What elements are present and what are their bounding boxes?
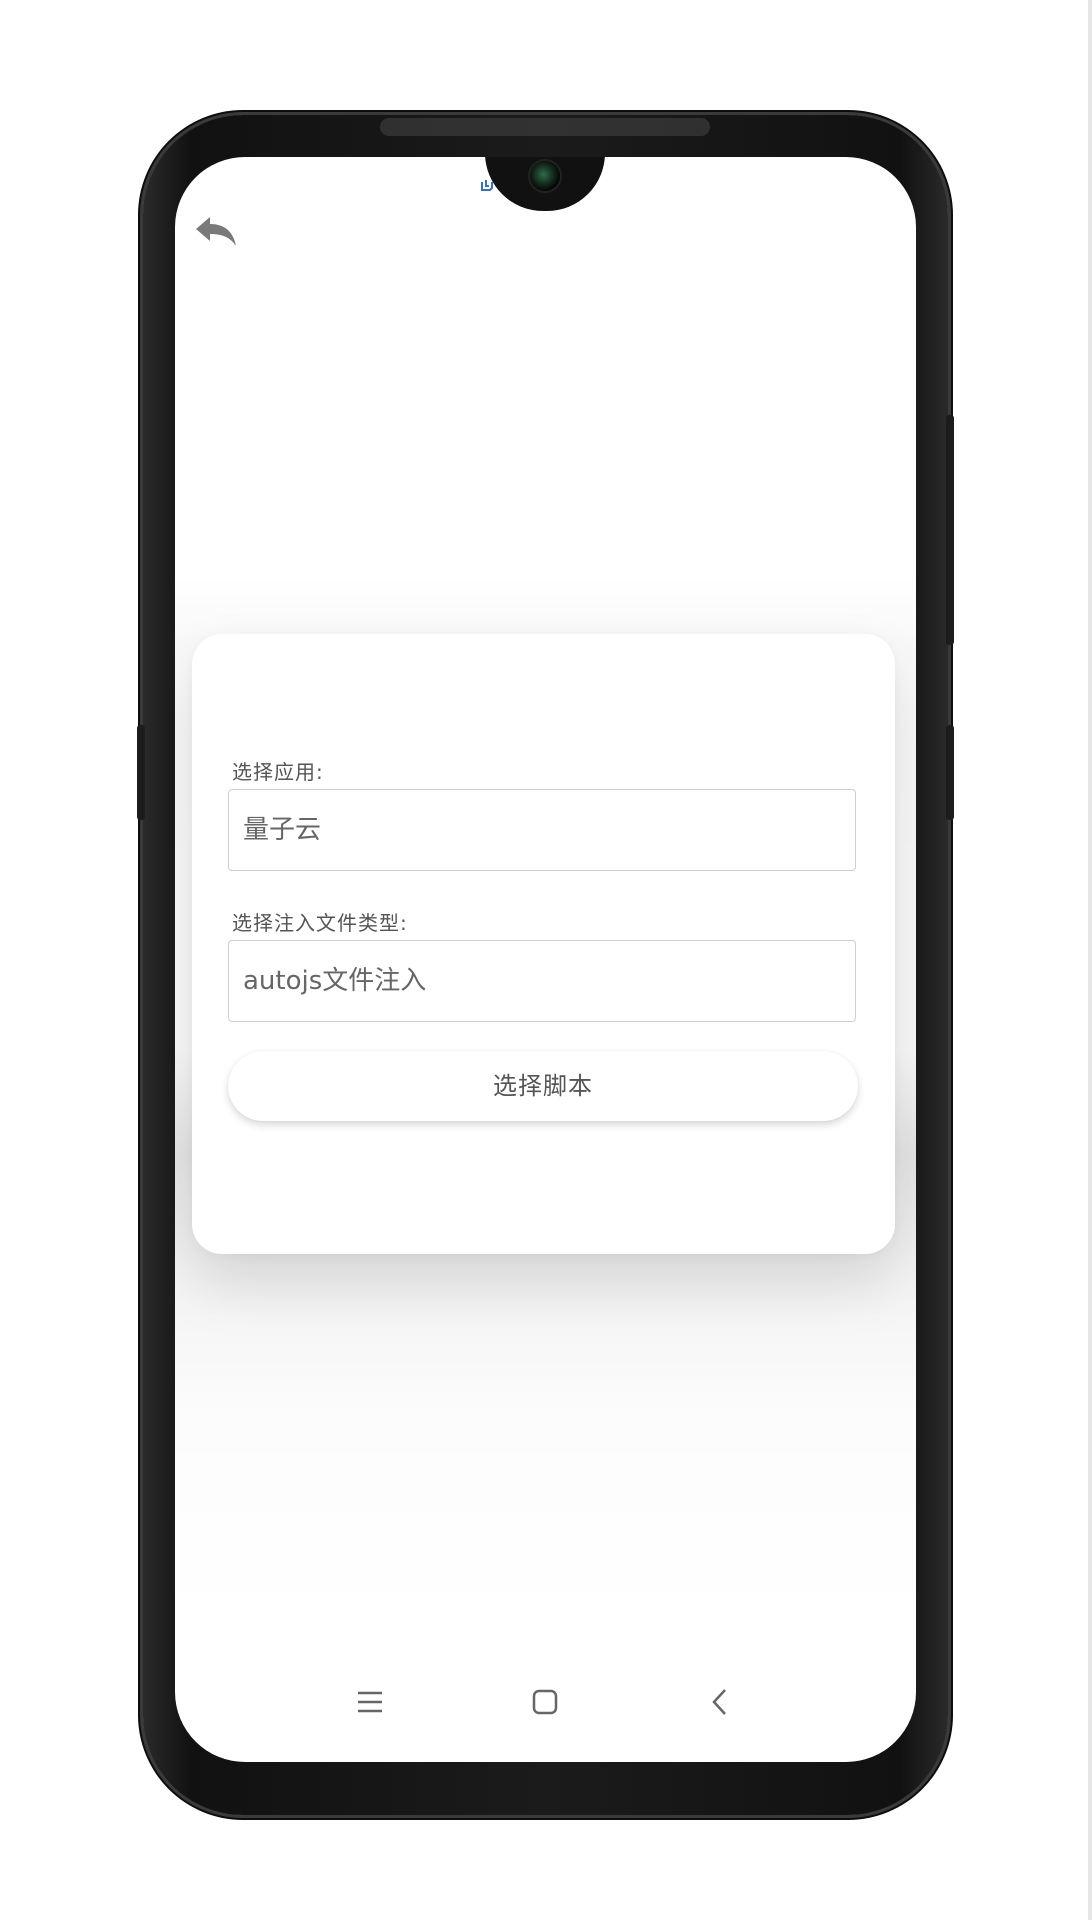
select-inject-type-label: 选择注入文件类型:: [232, 911, 408, 935]
front-camera-icon: [530, 161, 560, 191]
phone-power-button: [946, 725, 954, 820]
app-notification-icon: [480, 179, 494, 193]
menu-icon[interactable]: [345, 1677, 395, 1727]
injection-form-card: 选择应用: 量子云 选择注入文件类型: autojs文件注入 选择脚本: [192, 634, 895, 1254]
phone-screen: 选择应用: 量子云 选择注入文件类型: autojs文件注入 选择脚本: [175, 157, 916, 1762]
reply-arrow-icon[interactable]: [193, 213, 241, 253]
phone-volume-button: [946, 415, 954, 645]
page-edge-divider: [1088, 0, 1092, 1920]
system-navigation-bar: [175, 1677, 916, 1727]
inject-type-select[interactable]: autojs文件注入: [228, 940, 856, 1022]
home-icon[interactable]: [520, 1677, 570, 1727]
select-script-button[interactable]: 选择脚本: [228, 1051, 858, 1121]
select-app-label: 选择应用:: [232, 760, 324, 784]
app-select-value: 量子云: [243, 815, 322, 845]
phone-speaker-highlight: [380, 118, 710, 136]
app-select[interactable]: 量子云: [228, 789, 856, 871]
phone-side-button-left: [137, 725, 145, 820]
inject-type-select-value: autojs文件注入: [243, 966, 427, 996]
chevron-left-icon[interactable]: [695, 1677, 745, 1727]
page: 选择应用: 量子云 选择注入文件类型: autojs文件注入 选择脚本: [0, 0, 1092, 1920]
